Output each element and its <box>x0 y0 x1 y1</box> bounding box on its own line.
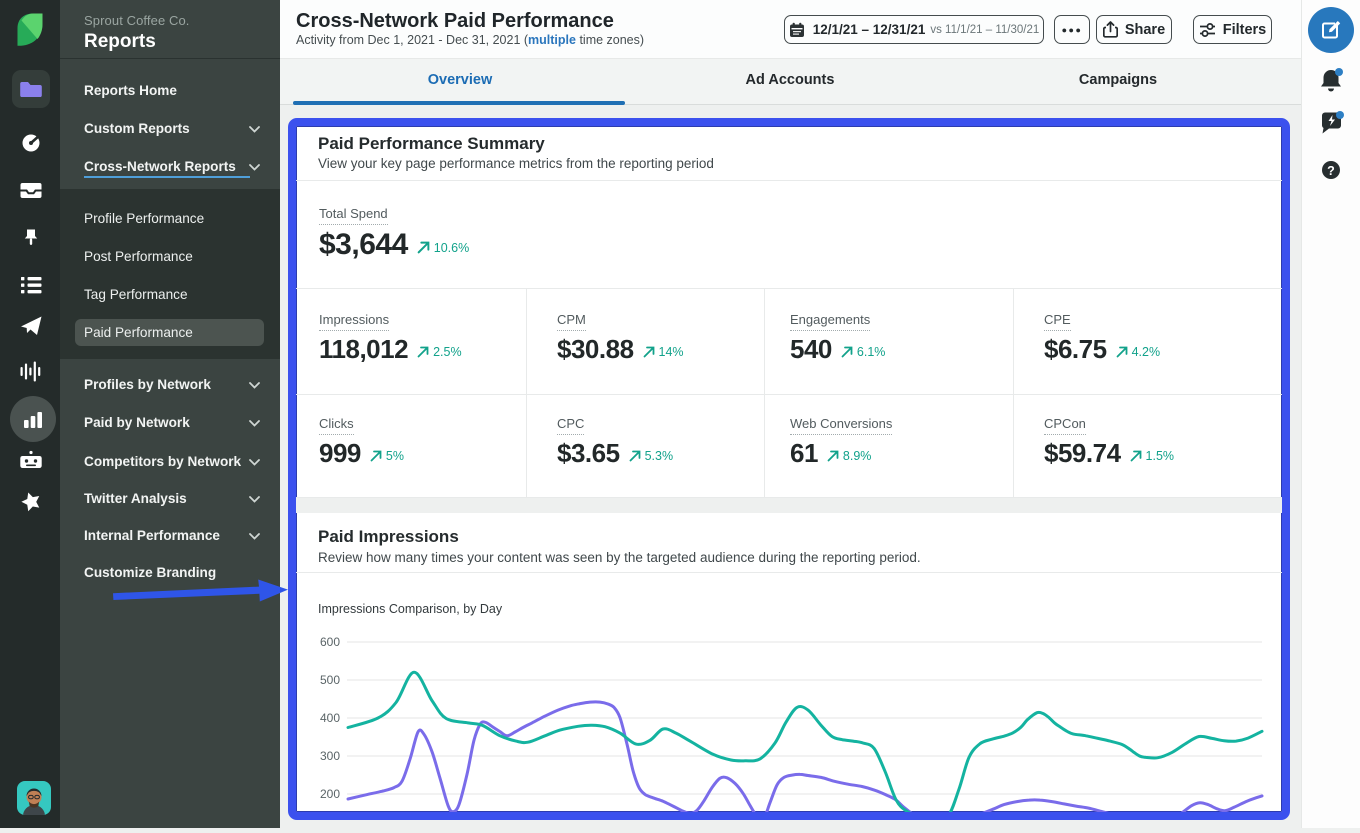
svg-text:600: 600 <box>320 635 340 649</box>
svg-text:?: ? <box>1327 164 1335 178</box>
svg-text:500: 500 <box>320 673 340 687</box>
svg-text:400: 400 <box>320 711 340 725</box>
svg-text:300: 300 <box>320 749 340 763</box>
svg-text:200: 200 <box>320 787 340 801</box>
